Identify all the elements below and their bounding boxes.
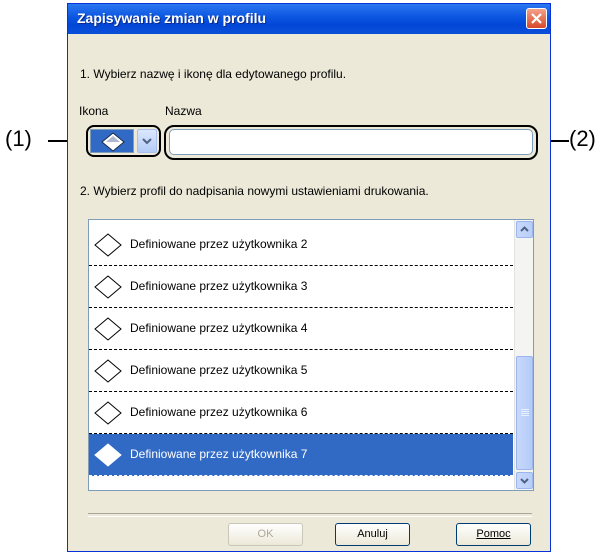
callout-2: (2) — [569, 126, 596, 151]
help-button[interactable]: Pomoc — [456, 523, 531, 546]
profile-diamond-icon — [94, 443, 122, 467]
ok-button[interactable]: OK — [228, 523, 303, 546]
profile-list-item-label: Definiowane przez użytkownika 5 — [130, 363, 308, 377]
scroll-up-button[interactable] — [516, 221, 533, 238]
profile-diamond-icon — [94, 233, 122, 257]
chevron-down-icon — [142, 138, 152, 145]
name-label: Nazwa — [165, 104, 202, 118]
chevron-up-icon — [520, 226, 529, 232]
profile-list[interactable]: Definiowane przez użytkownika 2 Definiowa… — [88, 219, 534, 491]
icon-selector[interactable] — [90, 129, 134, 153]
profile-list-item[interactable]: Definiowane przez użytkownika 7 — [89, 434, 513, 476]
profile-list-item-label: Definiowane przez użytkownika 6 — [130, 405, 308, 419]
profile-list-item[interactable]: Definiowane przez użytkownika 3 — [89, 266, 513, 308]
profile-list-item-label: Definiowane przez użytkownika 3 — [130, 279, 308, 293]
profile-diamond-icon — [94, 359, 122, 383]
chevron-down-icon — [520, 478, 529, 484]
profile-diamond-icon — [94, 275, 122, 299]
profile-list-item[interactable]: Definiowane przez użytkownika 2 — [89, 224, 513, 266]
profile-name-input[interactable] — [169, 129, 533, 155]
separator — [88, 513, 532, 517]
step2-instruction: 2. Wybierz profil do nadpisania nowymi u… — [80, 184, 429, 198]
scroll-down-button[interactable] — [516, 472, 533, 489]
scroll-thumb[interactable] — [516, 356, 533, 470]
profile-diamond-icon — [94, 401, 122, 425]
callout-1: (1) — [5, 126, 32, 151]
profile-icon — [101, 132, 125, 152]
title-bar[interactable]: Zapisywanie zmian w profilu — [68, 4, 550, 34]
list-scrollbar[interactable] — [514, 220, 533, 490]
profile-list-item[interactable]: Definiowane przez użytkownika 4 — [89, 308, 513, 350]
step1-instruction: 1. Wybierz nazwę i ikonę dla edytowanego… — [80, 67, 347, 81]
help-button-label: Pomoc — [476, 528, 511, 540]
close-button[interactable] — [526, 8, 547, 29]
close-icon — [531, 13, 542, 24]
icon-label: Ikona — [79, 104, 109, 118]
profile-list-item-label: Definiowane przez użytkownika 2 — [130, 237, 308, 251]
icon-dropdown-button[interactable] — [137, 129, 157, 153]
profile-diamond-icon — [94, 317, 122, 341]
save-profile-dialog: Zapisywanie zmian w profilu 1. Wybierz n… — [67, 3, 551, 552]
profile-list-item-label: Definiowane przez użytkownika 7 — [130, 447, 308, 461]
dialog-title: Zapisywanie zmian w profilu — [77, 10, 267, 26]
profile-list-item[interactable]: Definiowane przez użytkownika 5 — [89, 350, 513, 392]
cancel-button[interactable]: Anuluj — [335, 523, 410, 546]
profile-list-item-label: Definiowane przez użytkownika 4 — [130, 321, 308, 335]
profile-list-item[interactable]: Definiowane przez użytkownika 6 — [89, 392, 513, 434]
